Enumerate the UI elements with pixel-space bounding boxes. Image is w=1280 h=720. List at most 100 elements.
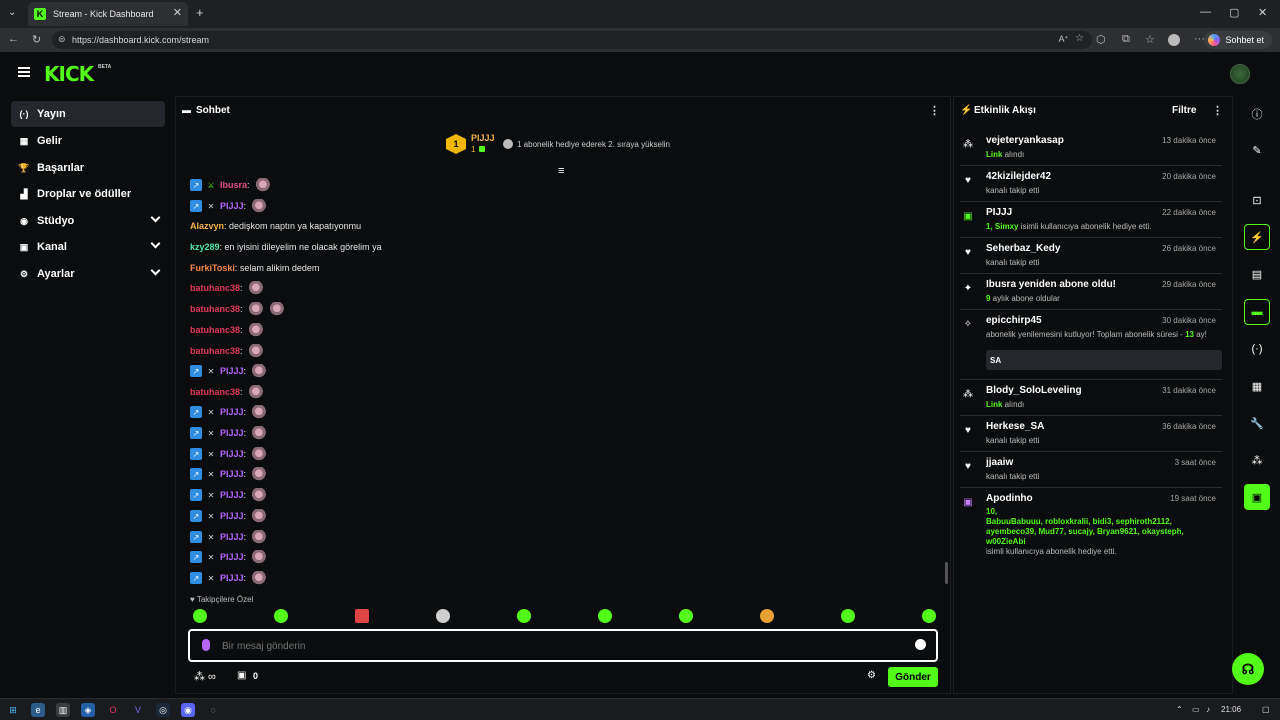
volume-icon[interactable]: ♪ xyxy=(1206,705,1210,714)
chat-username[interactable]: PIJJJ xyxy=(220,201,244,211)
pinned-username[interactable]: PIJJJ xyxy=(471,133,495,143)
chat-username[interactable]: PIJJJ xyxy=(220,449,244,459)
chat-username[interactable]: Alazvyn xyxy=(190,221,224,231)
chat-username[interactable]: kzy289 xyxy=(190,242,220,252)
event-username[interactable]: PIJJJ xyxy=(986,207,1012,218)
chat-username[interactable]: PIJJJ xyxy=(220,490,244,500)
chat-username[interactable]: batuhanc38 xyxy=(190,283,240,293)
chat-username[interactable]: PIJJJ xyxy=(220,366,244,376)
chat-username[interactable]: PIJJJ xyxy=(220,469,244,479)
chat-username[interactable]: batuhanc38 xyxy=(190,387,240,397)
tab-list-icon[interactable]: ⌄ xyxy=(8,7,16,18)
favorite-star-icon[interactable]: ☆ xyxy=(1075,33,1084,44)
extension-icon[interactable]: ⬡ xyxy=(1096,33,1106,46)
event-username[interactable]: Herkese_SA xyxy=(986,421,1044,432)
event-username[interactable]: Apodinho xyxy=(986,493,1033,504)
steam-icon[interactable]: ◎ xyxy=(156,703,170,717)
app-icon[interactable]: ◈ xyxy=(81,703,95,717)
event-username[interactable]: epicchirp45 xyxy=(986,315,1042,326)
edge-browser-icon[interactable]: e xyxy=(31,703,45,717)
event-username[interactable]: Seherbaz_Kedy xyxy=(986,243,1060,254)
emote-icon[interactable] xyxy=(922,609,936,623)
chat-message-input[interactable] xyxy=(222,637,902,655)
sidebar-item-droplar[interactable]: ▟ Droplar ve ödüller xyxy=(11,181,165,207)
microphone-icon[interactable] xyxy=(202,639,210,651)
chat-scrollbar[interactable] xyxy=(945,562,948,584)
chat-username[interactable]: PIJJJ xyxy=(220,407,244,417)
network-icon[interactable]: ▭ xyxy=(1192,705,1200,714)
activity-lightning-icon[interactable]: ⚡ xyxy=(1244,224,1270,250)
avatar[interactable] xyxy=(1230,64,1250,84)
chat-username[interactable]: PIJJJ xyxy=(220,428,244,438)
profile-icon[interactable] xyxy=(1168,34,1180,46)
help-chat-button[interactable]: ☊ xyxy=(1232,653,1264,685)
emote-icon[interactable] xyxy=(355,609,369,623)
notes-icon[interactable]: ▤ xyxy=(1244,261,1270,287)
tray-chevron-up-icon[interactable]: ⌃ xyxy=(1176,705,1183,714)
event-username[interactable]: jjaaiw xyxy=(986,457,1013,468)
chat-username[interactable]: FurkiToski xyxy=(190,263,235,273)
filter-button[interactable]: Filtre xyxy=(1172,105,1196,116)
chat-username[interactable]: PIJJJ xyxy=(220,552,244,562)
browser-tab[interactable]: K Stream - Kick Dashboard ✕ xyxy=(28,2,188,26)
notification-icon[interactable]: ▢ xyxy=(1262,705,1270,714)
camera-icon[interactable]: ⊡ xyxy=(1244,187,1270,213)
broadcast-icon[interactable]: (·) xyxy=(1244,336,1270,362)
app-icon[interactable]: ◌ xyxy=(206,703,220,717)
chat-username[interactable]: batuhanc38 xyxy=(190,304,240,314)
event-username[interactable]: Blody_SoloLeveling xyxy=(986,385,1082,396)
drops-icon[interactable]: ⁂ xyxy=(1244,447,1270,473)
chat-username[interactable]: PIJJJ xyxy=(220,532,244,542)
back-icon[interactable]: ← xyxy=(8,33,19,45)
activity-menu-icon[interactable]: ⋮ xyxy=(1212,104,1223,117)
sidebar-item-studyo[interactable]: ◉ Stüdyo xyxy=(11,208,165,234)
emote-icon[interactable] xyxy=(436,609,450,623)
clock-time[interactable]: 21:06 xyxy=(1221,705,1241,714)
chat-username[interactable]: PIJJJ xyxy=(220,511,244,521)
chat-username[interactable]: PIJJJ xyxy=(220,573,244,583)
drops-infinity-icon[interactable]: ⁂ ∞ xyxy=(194,670,216,683)
emote-icon[interactable] xyxy=(517,609,531,623)
site-info-icon[interactable]: ⊜ xyxy=(58,34,66,45)
close-window-icon[interactable]: ✕ xyxy=(1258,6,1267,19)
chat-username[interactable]: batuhanc38 xyxy=(190,346,240,356)
chat-input-box[interactable] xyxy=(188,629,938,662)
opera-icon[interactable]: O xyxy=(106,703,120,717)
event-username[interactable]: vejeteryankasap xyxy=(986,135,1064,146)
minimize-icon[interactable]: — xyxy=(1200,6,1211,18)
sidebar-item-kanal[interactable]: ▣ Kanal xyxy=(11,234,165,260)
visual-studio-icon[interactable]: V xyxy=(131,703,145,717)
sidebar-item-gelir[interactable]: ▦ Gelir xyxy=(11,128,165,154)
chat-settings-gear-icon[interactable]: ⚙ xyxy=(867,670,876,681)
send-button[interactable]: Gönder xyxy=(888,667,938,687)
sidebar-item-yayin[interactable]: (·) Yayın xyxy=(11,101,165,127)
refresh-icon[interactable]: ↻ xyxy=(32,33,41,46)
emote-icon[interactable] xyxy=(760,609,774,623)
chat-collapse-icon[interactable]: ≡ xyxy=(558,165,564,177)
edit-pencil-icon[interactable]: ✎ xyxy=(1244,137,1270,163)
maximize-icon[interactable]: ▢ xyxy=(1229,6,1239,19)
emote-icon[interactable] xyxy=(598,609,612,623)
extensions-icon[interactable]: ⧉ xyxy=(1122,33,1130,46)
emoji-picker-icon[interactable] xyxy=(915,639,926,650)
file-explorer-icon[interactable]: ▥ xyxy=(56,703,70,717)
emote-icon[interactable] xyxy=(841,609,855,623)
copilot-button[interactable]: Sohbet et xyxy=(1204,31,1272,49)
discord-icon[interactable]: ◉ xyxy=(181,703,195,717)
chat-icon[interactable]: ▬ xyxy=(1244,299,1270,325)
clapperboard-icon[interactable]: ▣ xyxy=(1244,484,1270,510)
chat-menu-icon[interactable]: ⋮ xyxy=(929,104,940,117)
kick-logo[interactable]: KICK xyxy=(44,62,94,86)
sidebar-item-ayarlar[interactable]: ⚙ Ayarlar xyxy=(11,261,165,287)
favorites-icon[interactable]: ☆ xyxy=(1145,33,1155,46)
chat-username[interactable]: Ibusra xyxy=(220,180,247,190)
emote-icon[interactable] xyxy=(274,609,288,623)
url-field[interactable]: ⊜ https://dashboard.kick.com/stream Aᐩ ☆ xyxy=(52,31,1092,49)
more-menu-icon[interactable]: ··· xyxy=(1194,33,1205,45)
layout-icon[interactable]: ▦ xyxy=(1244,373,1270,399)
read-aloud-icon[interactable]: Aᐩ xyxy=(1058,34,1068,45)
new-tab-icon[interactable]: + xyxy=(196,5,204,20)
close-tab-icon[interactable]: ✕ xyxy=(173,6,182,19)
event-username[interactable]: Ibusra yeniden abone oldu! xyxy=(986,279,1116,290)
chat-username[interactable]: batuhanc38 xyxy=(190,325,240,335)
